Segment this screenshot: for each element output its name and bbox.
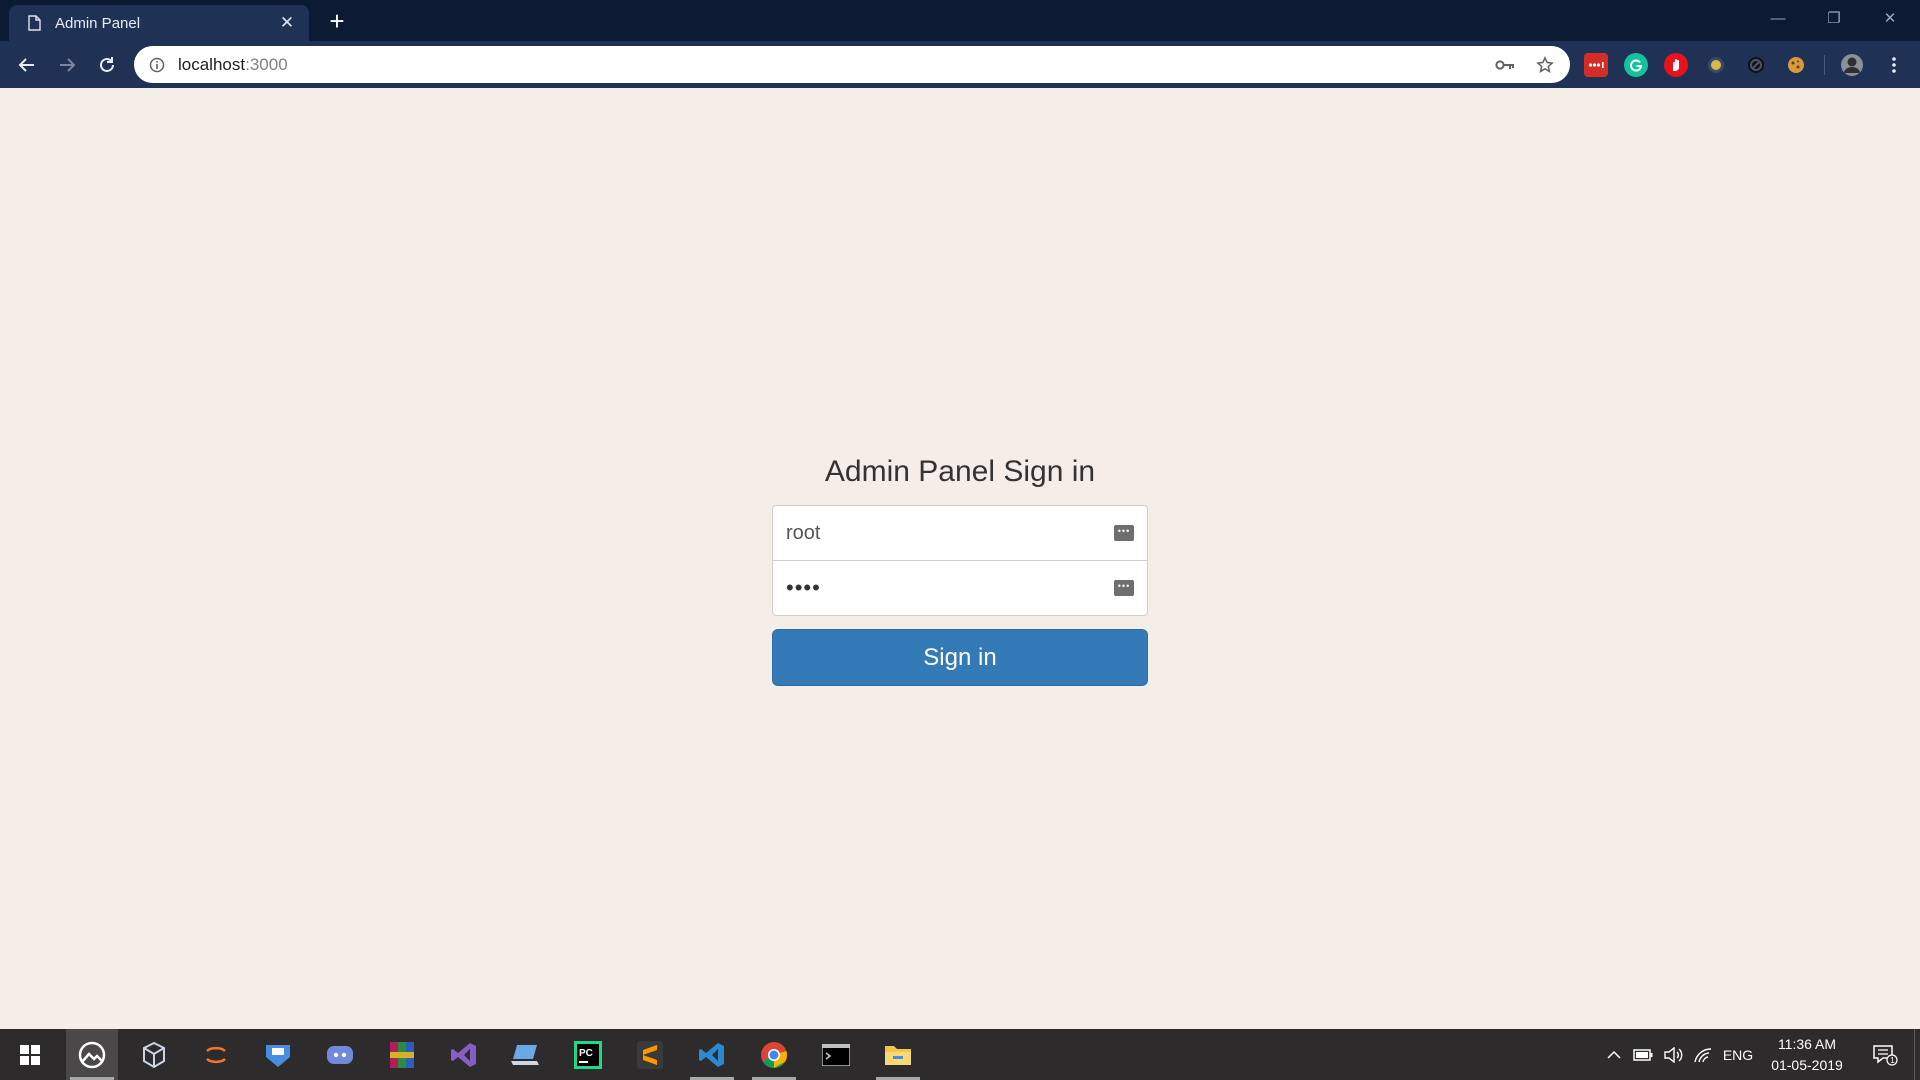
- url-text[interactable]: localhost:3000: [178, 55, 1478, 75]
- browser-titlebar: Admin Panel ✕ + — ❐ ✕: [0, 0, 1920, 41]
- username-value: root: [786, 521, 821, 544]
- vscode-app-icon[interactable]: [686, 1029, 738, 1080]
- tab-title: Admin Panel: [55, 14, 141, 32]
- browser-toolbar: localhost:3000: [0, 41, 1920, 88]
- notifications-icon[interactable]: 1: [1866, 1029, 1904, 1080]
- remote-app-icon[interactable]: [252, 1029, 304, 1080]
- chrome-app-icon[interactable]: [748, 1029, 800, 1080]
- key-icon[interactable]: [1492, 52, 1518, 78]
- info-icon[interactable]: [148, 56, 166, 74]
- photos-app-icon[interactable]: [66, 1029, 118, 1080]
- cookie-extension-icon[interactable]: [1784, 53, 1808, 77]
- browser-tab[interactable]: Admin Panel ✕: [9, 5, 309, 41]
- chevron-up-icon[interactable]: [1602, 1029, 1626, 1080]
- sublime-app-icon[interactable]: [624, 1029, 676, 1080]
- discord-app-icon[interactable]: [314, 1029, 366, 1080]
- signin-heading: Admin Panel Sign in: [824, 455, 1096, 488]
- url-host: localhost: [178, 54, 246, 74]
- winrar-app-icon[interactable]: [376, 1029, 428, 1080]
- battery-icon[interactable]: [1630, 1029, 1656, 1080]
- url-port: :3000: [245, 54, 288, 74]
- password-manager-icon[interactable]: •••: [1114, 580, 1134, 596]
- tab-close-icon[interactable]: ✕: [277, 13, 297, 33]
- system-clock[interactable]: 11:36 AM 01-05-2019: [1762, 1034, 1852, 1076]
- jupyter-app-icon[interactable]: [190, 1029, 242, 1080]
- language-indicator[interactable]: ENG: [1720, 1029, 1756, 1080]
- close-window-button[interactable]: ✕: [1862, 0, 1918, 36]
- volume-icon[interactable]: [1660, 1029, 1686, 1080]
- notification-count: 1: [1890, 1056, 1895, 1065]
- lastpass-extension-icon[interactable]: [1584, 53, 1608, 77]
- grammarly-extension-icon[interactable]: [1624, 53, 1648, 77]
- wifi-icon[interactable]: [1690, 1029, 1716, 1080]
- circle-extension-icon[interactable]: [1744, 53, 1768, 77]
- back-arrow-icon[interactable]: [14, 52, 40, 78]
- star-icon[interactable]: [1532, 52, 1558, 78]
- sign-in-button[interactable]: Sign in: [772, 629, 1148, 686]
- clock-time: 11:36 AM: [1777, 1036, 1837, 1052]
- reload-icon[interactable]: [94, 52, 120, 78]
- restore-button[interactable]: ❐: [1806, 0, 1862, 36]
- visual-studio-app-icon[interactable]: [438, 1029, 490, 1080]
- file-explorer-app-icon[interactable]: [872, 1029, 924, 1080]
- password-value: ••••: [786, 575, 821, 600]
- toolbar-separator: [1824, 55, 1825, 75]
- terminal-app-icon[interactable]: [810, 1029, 862, 1080]
- password-manager-icon[interactable]: •••: [1114, 525, 1134, 541]
- windows-taskbar: PC ENG 11:36 AM 01-05-2019 1: [0, 1029, 1920, 1080]
- address-bar[interactable]: localhost:3000: [134, 46, 1570, 83]
- adblock-extension-icon[interactable]: [1664, 53, 1688, 77]
- pycharm-app-icon[interactable]: PC: [562, 1029, 614, 1080]
- laptop-app-icon[interactable]: [500, 1029, 552, 1080]
- new-tab-button[interactable]: +: [322, 8, 352, 34]
- lightbulb-extension-icon[interactable]: [1704, 53, 1728, 77]
- menu-dots-icon[interactable]: [1882, 53, 1906, 77]
- forward-arrow-icon[interactable]: [54, 52, 80, 78]
- svg-text:PC: PC: [579, 1048, 593, 1059]
- username-field[interactable]: root •••: [772, 505, 1148, 561]
- profile-avatar-icon[interactable]: [1840, 53, 1864, 77]
- password-field[interactable]: •••• •••: [772, 560, 1148, 616]
- clock-date: 01-05-2019: [1771, 1057, 1843, 1073]
- page-icon: [27, 14, 42, 32]
- minimize-button[interactable]: —: [1750, 0, 1806, 36]
- show-desktop-button[interactable]: [1914, 1029, 1920, 1080]
- virtualbox-app-icon[interactable]: [128, 1029, 180, 1080]
- start-button[interactable]: [4, 1029, 56, 1080]
